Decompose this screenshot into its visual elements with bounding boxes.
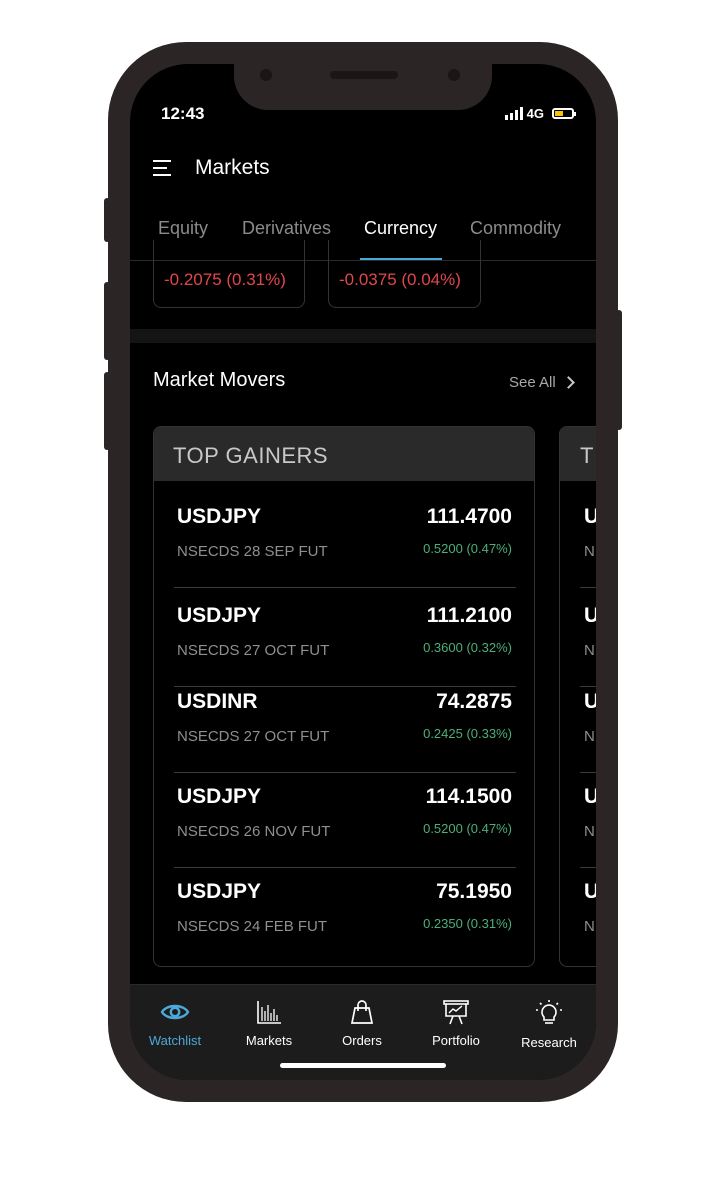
next-card-row: U N — [560, 773, 596, 868]
next-card-row: U N — [560, 592, 596, 687]
mover-change: 0.5200 (0.47%) — [423, 821, 512, 836]
index-change: -0.2075 (0.31%) — [164, 270, 286, 289]
chevron-right-icon — [561, 376, 575, 389]
mover-symbol: USDINR — [177, 690, 258, 713]
mover-symbol: USDJPY — [177, 785, 262, 808]
mover-change: 0.2350 (0.31%) — [423, 916, 512, 931]
index-change: -0.0375 (0.04%) — [339, 270, 461, 289]
mover-expiry: NSECDS 28 SEP FUT — [177, 543, 328, 560]
nav-research[interactable]: Research — [505, 999, 593, 1050]
page-title: Markets — [195, 156, 270, 179]
tab-equity[interactable]: Equity — [158, 218, 208, 239]
signal-strength-icon — [504, 107, 523, 120]
next-card-expiry: N — [584, 728, 595, 745]
app-screen: 12:43 4G Markets Equity Derivatives Curr… — [130, 64, 596, 1080]
app-header: Markets — [130, 144, 596, 198]
mover-symbol: USDJPY — [177, 505, 262, 528]
market-movers-title: Market Movers — [153, 369, 286, 391]
nav-orders[interactable]: Orders — [318, 999, 406, 1048]
front-camera-icon — [260, 69, 272, 81]
home-indicator[interactable] — [280, 1063, 446, 1068]
see-all-link[interactable]: See All — [509, 374, 575, 391]
earpiece-speaker — [330, 71, 398, 79]
top-gainers-card: TOP GAINERS USDJPY NSECDS 28 SEP FUT 111… — [153, 426, 535, 967]
see-all-label: See All — [509, 374, 556, 391]
eye-icon — [160, 1004, 190, 1020]
next-card-row: U N — [560, 868, 596, 963]
next-movers-card[interactable]: T U N U N U N U N U — [559, 426, 596, 967]
mover-change: 0.5200 (0.47%) — [423, 541, 512, 556]
mover-price: 114.1500 — [425, 785, 512, 808]
status-time: 12:43 — [161, 104, 205, 123]
next-card-symbol: U — [584, 880, 596, 904]
phone-notch — [234, 64, 492, 110]
mover-expiry: NSECDS 27 OCT FUT — [177, 728, 330, 745]
lightbulb-icon — [536, 1000, 562, 1024]
nav-watchlist[interactable]: Watchlist — [131, 999, 219, 1048]
next-card-row: U N — [560, 678, 596, 773]
next-movers-title: T — [580, 443, 594, 468]
nav-portfolio[interactable]: Portfolio — [412, 999, 500, 1048]
mover-change: 0.3600 (0.32%) — [423, 640, 512, 655]
next-card-expiry: N — [584, 642, 595, 659]
nav-label: Markets — [245, 1033, 293, 1048]
status-indicators: 4G — [504, 106, 576, 121]
section-separator — [130, 329, 596, 343]
next-movers-header: T — [560, 427, 596, 481]
nav-markets[interactable]: Markets — [225, 999, 313, 1048]
top-gainers-header: TOP GAINERS — [154, 427, 534, 481]
mover-row[interactable]: USDJPY NSECDS 27 OCT FUT 111.2100 0.3600… — [154, 592, 534, 687]
nav-label: Research — [521, 1035, 577, 1050]
nav-label: Watchlist — [148, 1033, 202, 1048]
shopping-bag-icon — [350, 1000, 374, 1024]
tab-derivatives[interactable]: Derivatives — [242, 218, 331, 239]
row-divider — [174, 587, 516, 588]
mover-expiry: NSECDS 27 OCT FUT — [177, 642, 330, 659]
mover-price: 74.2875 — [436, 690, 512, 713]
mover-symbol: USDJPY — [177, 880, 262, 903]
hamburger-menu-icon[interactable] — [153, 160, 173, 178]
tab-commodity[interactable]: Commodity — [470, 218, 561, 239]
next-card-symbol: U — [584, 604, 596, 628]
tab-currency[interactable]: Currency — [364, 218, 437, 239]
next-card-row: U N — [560, 493, 596, 588]
network-type: 4G — [526, 106, 544, 121]
mover-row[interactable]: USDJPY NSECDS 24 FEB FUT 75.1950 0.2350 … — [154, 868, 534, 963]
mover-expiry: NSECDS 26 NOV FUT — [177, 823, 331, 840]
mover-expiry: NSECDS 24 FEB FUT — [177, 918, 328, 935]
presentation-board-icon — [443, 1000, 469, 1025]
mover-price: 111.2100 — [426, 604, 512, 627]
mover-row[interactable]: USDJPY NSECDS 28 SEP FUT 111.4700 0.5200… — [154, 493, 534, 588]
next-card-expiry: N — [584, 543, 595, 560]
top-gainers-title: TOP GAINERS — [173, 443, 329, 468]
mover-price: 111.4700 — [426, 505, 512, 528]
next-card-symbol: U — [584, 505, 596, 529]
next-card-symbol: U — [584, 785, 596, 809]
mover-symbol: USDJPY — [177, 604, 262, 627]
mover-price: 75.1950 — [436, 880, 512, 903]
next-card-expiry: N — [584, 823, 595, 840]
nav-label: Portfolio — [432, 1033, 480, 1048]
row-divider — [580, 587, 596, 588]
next-card-expiry: N — [584, 918, 595, 935]
bar-chart-icon — [257, 1001, 281, 1024]
next-card-symbol: U — [584, 690, 596, 714]
battery-icon — [552, 108, 576, 119]
phone-frame: 12:43 4G Markets Equity Derivatives Curr… — [108, 42, 618, 1102]
sensor-icon — [448, 69, 460, 81]
mover-row[interactable]: USDINR NSECDS 27 OCT FUT 74.2875 0.2425 … — [154, 678, 534, 773]
nav-label: Orders — [342, 1033, 382, 1048]
mover-row[interactable]: USDJPY NSECDS 26 NOV FUT 114.1500 0.5200… — [154, 773, 534, 868]
mover-change: 0.2425 (0.33%) — [423, 726, 512, 741]
